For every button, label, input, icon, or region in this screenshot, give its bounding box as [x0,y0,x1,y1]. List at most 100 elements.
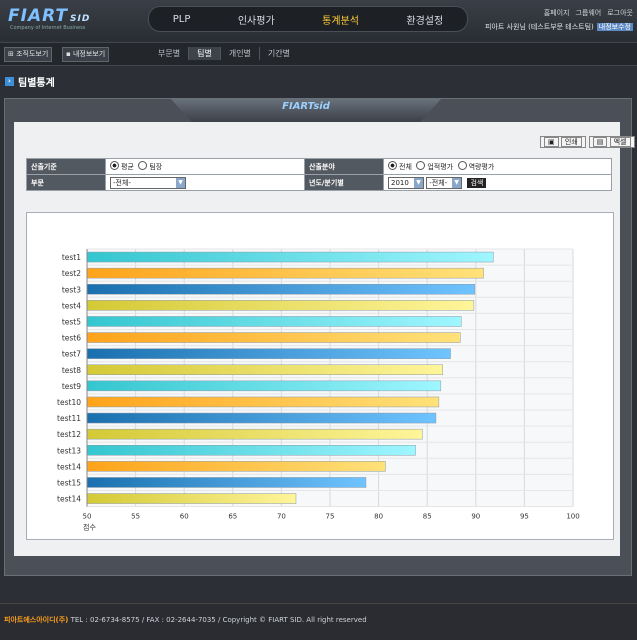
search-button[interactable]: 검색 [467,177,487,188]
y-tick-label: test4 [62,301,81,310]
y-tick-label: test14 [57,495,81,504]
y-tick-label: test2 [62,269,81,278]
x-tick-label: 60 [180,513,189,521]
bar [86,396,440,408]
brand-tagline: Company of Internet Business [10,25,86,31]
tab-by-division[interactable]: 부문별 [150,47,188,60]
dept-label: 부문 [26,174,106,191]
period-cell: 2010 ▼ -전체- ▼ 검색 [383,174,612,191]
main-nav-plp[interactable]: PLP [173,14,191,25]
radio-team-leader[interactable]: 팀장 [138,161,162,171]
user-info: 피아트 사원님 (테스트부문 테스트팀) 내정보수정 [485,22,633,32]
tab-by-team[interactable]: 팀별 [188,47,220,60]
y-tick-label: test15 [57,478,81,487]
radio-competency[interactable]: 역량평가 [457,161,494,171]
top-bar: FIART SID Company of Internet Business PL… [0,0,637,40]
bar [86,477,367,488]
bar [86,300,475,311]
sub-tabs: 부문별 팀별 개인별 기간별 [150,47,298,60]
x-tick-label: 100 [566,513,579,521]
basis-options: 평균 팀장 [105,158,305,175]
bar [86,428,423,440]
dept-cell: -전체- ▼ [105,174,305,191]
y-tick-label: test7 [62,350,81,359]
footer-contact: TEL : 02-6734-8575 / FAX : 02-2644-7035 … [70,616,367,624]
y-tick-label: test9 [62,382,81,391]
bar [86,412,437,424]
y-tick-label: test8 [62,366,81,375]
y-tick-label: test10 [57,398,81,407]
bar [86,445,416,456]
field-label: 산출분야 [304,158,384,175]
bar [86,348,451,359]
y-tick-label: test6 [62,334,81,343]
y-tick-label: test13 [57,446,81,455]
x-tick-label: 55 [131,513,140,521]
x-tick-label: 75 [326,513,335,521]
top-links: 홈페이지 그룹웨어 로그아웃 [544,8,633,18]
main-nav-appraisal[interactable]: 인사평가 [238,12,275,27]
bar [86,332,461,343]
org-chart-icon: ⊞ [8,50,14,58]
period-label: 년도/분기별 [304,174,384,191]
basis-label: 산출기준 [26,158,106,175]
y-tick-label: test3 [62,285,81,294]
logout-link[interactable]: 로그아웃 [607,8,633,18]
action-buttons: ▣ 인쇄 ▤ 엑셀 [540,136,635,148]
x-tick-label: 90 [471,513,480,521]
print-button[interactable]: ▣ 인쇄 [540,136,586,148]
main-nav: PLP 인사평가 통계분석 환경설정 [148,6,468,32]
bar [86,316,462,327]
tab-by-person[interactable]: 개인별 [219,47,259,60]
team-score-chart: 50 55 60 65 70 75 80 85 90 95 100 test1 test2 test3 te… [57,248,580,532]
excel-button[interactable]: ▤ 엑셀 [588,136,635,148]
x-tick-label: 65 [228,513,237,521]
chevron-down-icon: ▼ [452,177,462,188]
x-tick-label: 95 [520,513,529,521]
x-tick-label: 80 [374,513,383,521]
homepage-link[interactable]: 홈페이지 [544,8,570,18]
radio-performance[interactable]: 업적평가 [416,161,453,171]
radio-average[interactable]: 평균 [110,161,134,171]
bar [86,251,494,263]
my-info-button[interactable]: ▪ 내정보보기 [62,47,110,62]
y-tick-label: test1 [62,253,81,262]
chevron-down-icon: ▼ [414,177,423,188]
chevron-down-icon: ▼ [176,177,185,188]
field-options: 전체 업적평가 역량평가 [383,158,612,175]
excel-icon: ▤ [592,137,608,147]
groupware-link[interactable]: 그룹웨어 [575,8,601,18]
quarter-select[interactable]: -전체- ▼ [426,176,463,189]
x-tick-label: 85 [423,513,432,521]
year-select[interactable]: 2010 ▼ [388,176,424,189]
filter-table: 산출기준 평균 팀장 산출분야 전체 업적평가 역량평가 부문 -전체- ▼ 년도… [26,158,612,191]
edit-my-info-button[interactable]: 내정보수정 [596,23,633,31]
user-greeting: 피아트 사원님 (테스트부문 테스트팀) [485,23,594,31]
x-tick-label: 50 [83,513,92,521]
brand-logo[interactable]: FIART SID [8,6,90,26]
bar [86,364,444,375]
frame-header: FIARTsid [170,98,442,122]
frame-logo: FIARTsid [282,101,330,112]
radio-all[interactable]: 전체 [388,161,412,171]
main-nav-statistics[interactable]: 통계분석 [322,12,359,27]
footer: 피아트에스아이디(주) TEL : 02-6734-8575 / FAX : 0… [0,603,637,640]
bar [86,267,484,279]
footer-company: 피아트에스아이디(주) [4,616,69,624]
arrow-icon: › [5,77,14,86]
org-chart-button[interactable]: ⊞ 조직도보기 [4,47,53,62]
info-icon: ▪ [66,50,71,58]
y-tick-label: test5 [62,317,81,326]
bar [86,284,476,295]
chart-container: 50 55 60 65 70 75 80 85 90 95 100 test1 test2 test3 te… [26,212,614,540]
bar [86,380,442,392]
sub-bar: ⊞ 조직도보기 ▪ 내정보보기 부문별 팀별 개인별 기간별 [0,42,637,66]
y-tick-label: test12 [57,430,81,439]
tab-by-period[interactable]: 기간별 [258,47,298,60]
bar [86,493,297,504]
main-nav-settings[interactable]: 환경설정 [406,12,443,27]
bar [86,461,386,472]
printer-icon: ▣ [544,137,559,147]
y-tick-label: test14 [57,462,81,471]
dept-select[interactable]: -전체- ▼ [110,176,186,189]
